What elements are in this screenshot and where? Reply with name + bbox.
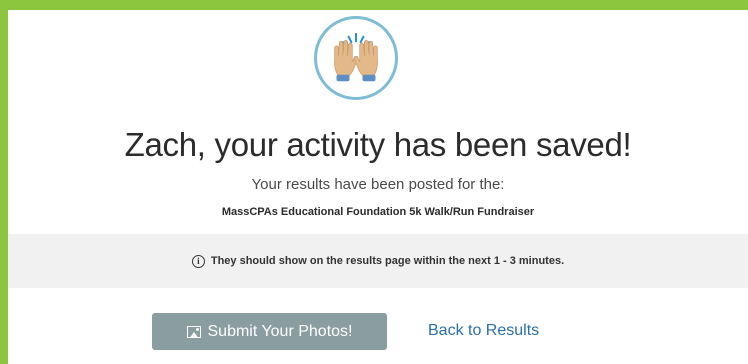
image-icon	[186, 325, 201, 338]
submit-photos-button[interactable]: Submit Your Photos!	[152, 313, 387, 350]
notice-text: They should show on the results page wit…	[210, 255, 565, 267]
raised-hands-celebration-icon	[314, 16, 398, 100]
results-posted-text: Your results have been posted for the:	[251, 176, 505, 193]
confirmation-headline: Zach, your activity has been saved!	[124, 126, 632, 163]
back-to-results-link[interactable]: Back to Results	[428, 322, 539, 340]
submit-photos-label: Submit Your Photos!	[207, 322, 353, 340]
confirmation-card: Zach, your activity has been saved! Your…	[8, 10, 748, 364]
info-icon: i	[191, 254, 205, 268]
results-timing-notice: i They should show on the results page w…	[8, 234, 748, 288]
event-name: MassCPAs Educational Foundation 5k Walk/…	[221, 206, 535, 218]
